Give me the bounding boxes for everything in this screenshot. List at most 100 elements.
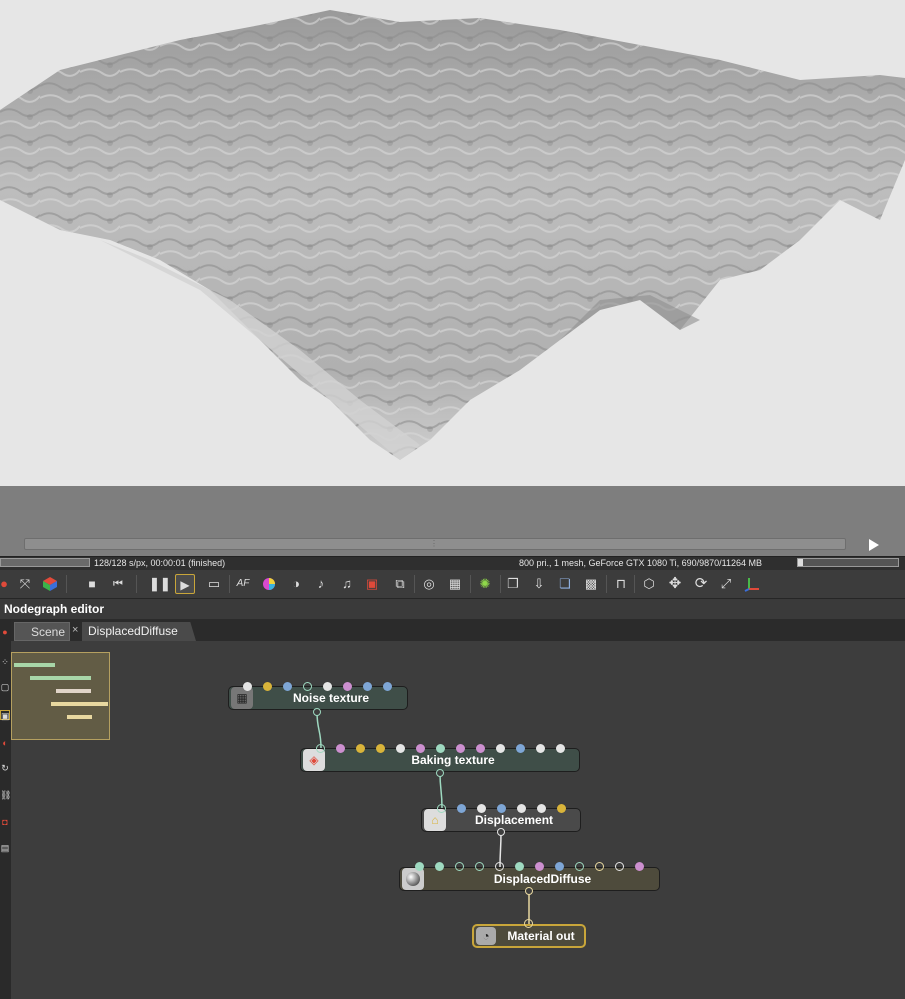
- node-noise-texture[interactable]: ▦ Noise texture: [228, 686, 408, 710]
- restart-icon[interactable]: ⏮: [108, 574, 128, 594]
- input-pin[interactable]: [263, 682, 272, 691]
- output-pin[interactable]: [525, 887, 533, 895]
- input-pin[interactable]: [356, 744, 365, 753]
- nodegraph-title-bar: [0, 600, 905, 619]
- reset-camera-icon[interactable]: ●: [0, 574, 14, 594]
- scale-icon[interactable]: ⤢: [716, 574, 736, 594]
- diffuse-material-icon: [402, 868, 424, 890]
- grid-snap-icon[interactable]: ▤: [0, 843, 10, 853]
- input-pin[interactable]: [497, 804, 506, 813]
- red-box-icon[interactable]: ▣: [362, 574, 382, 594]
- input-pin[interactable]: [556, 744, 565, 753]
- node-label: Noise texture: [292, 691, 370, 705]
- tab-close-icon[interactable]: ×: [72, 624, 78, 636]
- input-pin[interactable]: [435, 862, 444, 871]
- input-pin[interactable]: [415, 862, 424, 871]
- input-pin[interactable]: [536, 744, 545, 753]
- input-pin[interactable]: [376, 744, 385, 753]
- toolbar-separator: [229, 575, 230, 593]
- layers-icon[interactable]: ❏: [555, 574, 575, 594]
- toolbar-separator: [500, 575, 501, 593]
- render-progress-bar: [0, 558, 90, 567]
- input-pin[interactable]: [557, 804, 566, 813]
- input-pin[interactable]: [635, 862, 644, 871]
- fit-icon[interactable]: ⤧: [15, 574, 35, 594]
- material-icon[interactable]: ◑: [286, 574, 306, 594]
- output-pin[interactable]: [436, 769, 444, 777]
- input-pin[interactable]: [457, 804, 466, 813]
- link-icon[interactable]: ⛓: [0, 790, 11, 800]
- refresh-icon[interactable]: ↻: [0, 763, 10, 773]
- toolbar-separator: [66, 575, 67, 593]
- stop-icon[interactable]: ■: [82, 574, 102, 594]
- axis-icon[interactable]: [742, 574, 762, 594]
- input-pin[interactable]: [243, 682, 252, 691]
- record-icon[interactable]: ◐: [0, 738, 10, 748]
- input-pin[interactable]: [595, 862, 604, 871]
- af-icon[interactable]: AF: [233, 574, 253, 594]
- delete-icon[interactable]: ●: [0, 627, 10, 637]
- color-wheel-icon[interactable]: [259, 574, 279, 594]
- input-pin[interactable]: [555, 862, 564, 871]
- frame-icon[interactable]: ▢: [0, 682, 10, 692]
- tab-scene[interactable]: Scene: [14, 622, 70, 641]
- input-pin[interactable]: [496, 744, 505, 753]
- scrollbar-grip-icon[interactable]: ⋮: [430, 540, 438, 548]
- copy-icon[interactable]: ❐: [503, 574, 523, 594]
- input-pin[interactable]: [477, 804, 486, 813]
- rotate-icon[interactable]: ⟳: [691, 574, 711, 594]
- pause-icon[interactable]: ❚❚: [149, 574, 171, 594]
- input-pin[interactable]: [283, 682, 292, 691]
- light-icon[interactable]: ♫: [337, 574, 357, 594]
- arrange-icon[interactable]: ⁘: [0, 657, 10, 667]
- input-pin[interactable]: [475, 862, 484, 871]
- render-viewport[interactable]: [0, 0, 905, 486]
- input-pin[interactable]: [323, 682, 332, 691]
- spinner-icon[interactable]: ✺: [475, 574, 495, 594]
- play-icon[interactable]: ▶: [175, 574, 195, 594]
- fx-icon[interactable]: ♪: [311, 574, 331, 594]
- render-cube-icon[interactable]: [40, 574, 60, 594]
- input-pin[interactable]: [316, 744, 325, 753]
- unlink-icon[interactable]: ◘: [0, 817, 10, 827]
- material-out-icon: ◔: [476, 927, 496, 945]
- screen-icon[interactable]: ▭: [204, 574, 224, 594]
- zoom-icon[interactable]: ◎: [419, 574, 439, 594]
- input-pin[interactable]: [476, 744, 485, 753]
- input-pin[interactable]: [436, 744, 445, 753]
- input-pin[interactable]: [537, 804, 546, 813]
- output-pin[interactable]: [313, 708, 321, 716]
- lock-icon[interactable]: ⊓: [611, 574, 631, 594]
- checker-icon[interactable]: ▩: [581, 574, 601, 594]
- terrain-render: [0, 10, 905, 460]
- input-pin[interactable]: [343, 682, 352, 691]
- save-icon[interactable]: ⇩: [529, 574, 549, 594]
- input-pin[interactable]: [336, 744, 345, 753]
- input-pin[interactable]: [515, 862, 524, 871]
- input-pin[interactable]: [416, 744, 425, 753]
- input-pin[interactable]: [615, 862, 624, 871]
- move-icon[interactable]: ✥: [665, 574, 685, 594]
- input-pin[interactable]: [575, 862, 584, 871]
- input-pin[interactable]: [524, 919, 533, 928]
- nodegraph-minimap[interactable]: [11, 652, 110, 740]
- grid-icon[interactable]: ▦: [445, 574, 465, 594]
- region-icon[interactable]: ⧉: [390, 574, 410, 594]
- tab-displaced-diffuse[interactable]: DisplacedDiffuse: [82, 622, 196, 641]
- minimap-toggle-icon[interactable]: ▣: [0, 710, 10, 721]
- input-pin[interactable]: [516, 744, 525, 753]
- input-pin[interactable]: [495, 862, 504, 871]
- input-pin[interactable]: [383, 682, 392, 691]
- input-pin[interactable]: [396, 744, 405, 753]
- play-arrow-icon[interactable]: [869, 539, 879, 551]
- input-pin[interactable]: [437, 804, 446, 813]
- input-pin[interactable]: [303, 682, 312, 691]
- output-pin[interactable]: [497, 828, 505, 836]
- cube-icon[interactable]: ⬡: [639, 574, 659, 594]
- node-label: Material out: [507, 929, 575, 943]
- input-pin[interactable]: [455, 862, 464, 871]
- input-pin[interactable]: [363, 682, 372, 691]
- input-pin[interactable]: [517, 804, 526, 813]
- input-pin[interactable]: [456, 744, 465, 753]
- input-pin[interactable]: [535, 862, 544, 871]
